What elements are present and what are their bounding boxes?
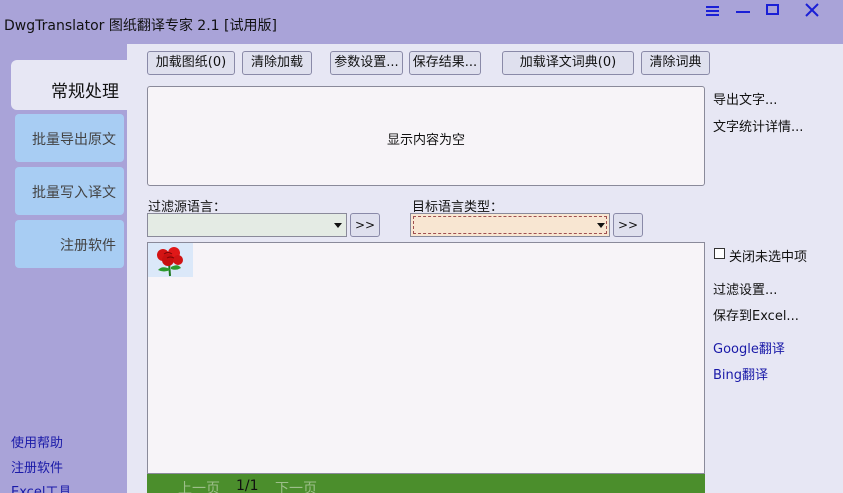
help-link[interactable]: 使用帮助 xyxy=(11,432,63,451)
tab-batch-export-source[interactable]: 批量导出原文 xyxy=(15,114,124,162)
chevron-down-icon xyxy=(597,223,605,228)
clear-loaded-button[interactable]: 清除加载 xyxy=(242,51,312,75)
menu-icon[interactable] xyxy=(702,1,724,19)
excel-tools-link[interactable]: Excel工具 xyxy=(11,481,71,493)
bing-translate-link[interactable]: Bing翻译 xyxy=(713,364,768,383)
page-indicator: 1/1 xyxy=(236,478,259,493)
parameter-settings-button[interactable]: 参数设置... xyxy=(330,51,403,75)
load-drawings-button[interactable]: 加载图纸(0) xyxy=(147,51,235,75)
chevron-down-icon xyxy=(334,223,342,228)
left-sidebar: 常规处理 批量导出原文 批量写入译文 注册软件 使用帮助 注册软件 Excel工… xyxy=(0,44,127,493)
results-list[interactable] xyxy=(147,242,705,474)
save-results-button[interactable]: 保存结果... xyxy=(409,51,481,75)
empty-message: 显示内容为空 xyxy=(386,133,465,148)
title-bar: DwgTranslator 图纸翻译专家 2.1 [试用版] xyxy=(0,0,843,44)
source-language-select[interactable] xyxy=(147,213,347,237)
register-link[interactable]: 注册软件 xyxy=(11,457,63,476)
close-unselected-checkbox[interactable] xyxy=(714,248,725,259)
export-text-link[interactable]: 导出文字... xyxy=(713,89,777,108)
google-translate-link[interactable]: Google翻译 xyxy=(713,338,785,357)
pager-bar: 上一页 1/1 下一页 xyxy=(147,474,705,493)
load-dictionary-button[interactable]: 加载译文词典(0) xyxy=(502,51,634,75)
tab-register-software[interactable]: 注册软件 xyxy=(15,220,124,268)
save-to-excel-link[interactable]: 保存到Excel... xyxy=(713,305,799,324)
list-item[interactable] xyxy=(148,243,193,277)
text-statistics-link[interactable]: 文字统计详情... xyxy=(713,116,803,135)
window-title: DwgTranslator 图纸翻译专家 2.1 [试用版] xyxy=(4,18,277,34)
clear-dictionary-button[interactable]: 清除词典 xyxy=(641,51,710,75)
prev-page-link[interactable]: 上一页 xyxy=(178,478,220,493)
next-page-link[interactable]: 下一页 xyxy=(275,478,317,493)
display-area: 显示内容为空 xyxy=(147,86,705,186)
close-icon[interactable] xyxy=(801,1,823,19)
tab-batch-write-translation[interactable]: 批量写入译文 xyxy=(15,167,124,215)
red-rose-icon xyxy=(157,247,183,277)
target-apply-button[interactable]: >> xyxy=(613,213,643,237)
minimize-icon[interactable] xyxy=(732,1,754,19)
target-language-select[interactable] xyxy=(410,213,610,237)
close-unselected-label: 关闭未选中项 xyxy=(729,250,808,265)
focus-outline xyxy=(413,216,607,234)
tab-general-processing[interactable]: 常规处理 xyxy=(11,60,127,110)
maximize-icon[interactable] xyxy=(762,1,784,19)
filter-settings-link[interactable]: 过滤设置... xyxy=(713,279,777,298)
source-apply-button[interactable]: >> xyxy=(350,213,380,237)
